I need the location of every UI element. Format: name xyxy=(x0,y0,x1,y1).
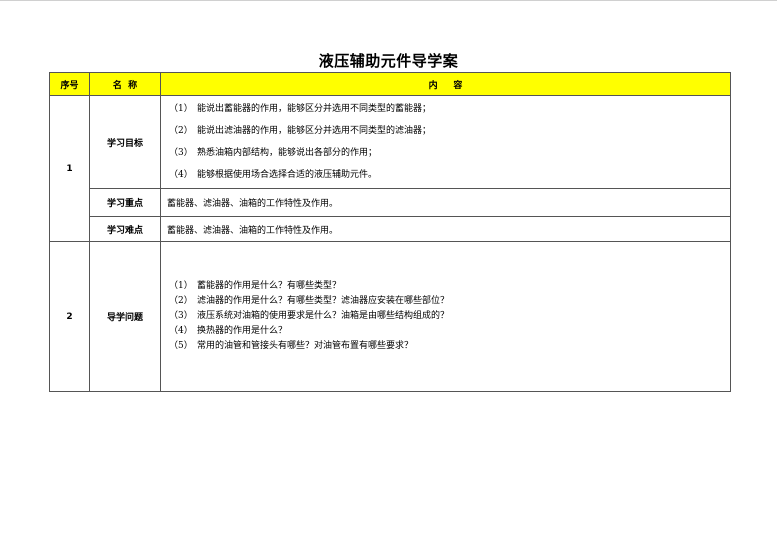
goals-label: 学习目标 xyxy=(89,95,161,189)
difficulties-text: 蓄能器、滤油器、油箱的工作特性及作用。 xyxy=(160,216,731,242)
page-title: 液压辅助元件导学案 xyxy=(318,52,459,70)
header-no: 序号 xyxy=(49,72,90,96)
table-row-questions: 2 导学问题 （1） 蓄能器的作用是什么？有哪些类型？ （2） 滤油器的作用是什么？… xyxy=(49,241,731,392)
question-item: （4） 换热器的作用是什么？ xyxy=(169,326,288,336)
question-item: （2） 滤油器的作用是什么？有哪些类型？滤油器应安装在哪些部位？ xyxy=(169,296,450,306)
header-name: 名 称 xyxy=(89,72,161,96)
key-points-text: 蓄能器、滤油器、油箱的工作特性及作用。 xyxy=(160,188,731,217)
goal-item: （1） 能说出蓄能器的作用，能够区分并选用不同类型的蓄能器； xyxy=(169,104,432,114)
goal-item: （2） 能说出滤油器的作用，能够区分并选用不同类型的滤油器； xyxy=(169,126,432,136)
table-row-goals: 1 学习目标 （1） 能说出蓄能器的作用，能够区分并选用不同类型的蓄能器； （2）… xyxy=(49,95,731,242)
goal-item: （3） 熟悉油箱内部结构，能够说出各部分的作用； xyxy=(169,148,378,158)
table-header-row: 序号 名 称 内 容 xyxy=(49,72,731,96)
table-row-key-points: 学习重点 蓄能器、滤油器、油箱的工作特性及作用。 xyxy=(50,188,731,217)
question-item: （1） 蓄能器的作用是什么？有哪些类型？ xyxy=(169,281,342,291)
key-points-label: 学习重点 xyxy=(89,188,161,217)
question-item: （5） 常用的油管和管接头有哪些？对油管布置有哪些要求？ xyxy=(169,341,414,351)
study-guide-table: 序号 名 称 内 容 1 学习目标 （1） 能说出蓄能器的作用，能够区分并选用不同… xyxy=(49,72,731,392)
difficulties-label: 学习难点 xyxy=(89,216,161,242)
header-content: 内 容 xyxy=(160,72,731,96)
table-row-difficulties: 学习难点 蓄能器、滤油器、油箱的工作特性及作用。 xyxy=(50,216,731,242)
goals-content: （1） 能说出蓄能器的作用，能够区分并选用不同类型的蓄能器； （2） 能说出滤油器的… xyxy=(160,95,731,189)
section-2-number: 2 xyxy=(49,241,90,392)
questions-content: （1） 蓄能器的作用是什么？有哪些类型？ （2） 滤油器的作用是什么？有哪些类型？滤… xyxy=(160,241,731,392)
question-item: （3） 液压系统对油箱的使用要求是什么？油箱是由哪些结构组成的？ xyxy=(169,311,450,321)
questions-label: 导学问题 xyxy=(89,241,161,392)
goal-item: （4） 能够根据使用场合选择合适的液压辅助元件。 xyxy=(169,170,378,180)
section-1-number: 1 xyxy=(49,95,90,242)
top-divider xyxy=(0,0,777,1)
